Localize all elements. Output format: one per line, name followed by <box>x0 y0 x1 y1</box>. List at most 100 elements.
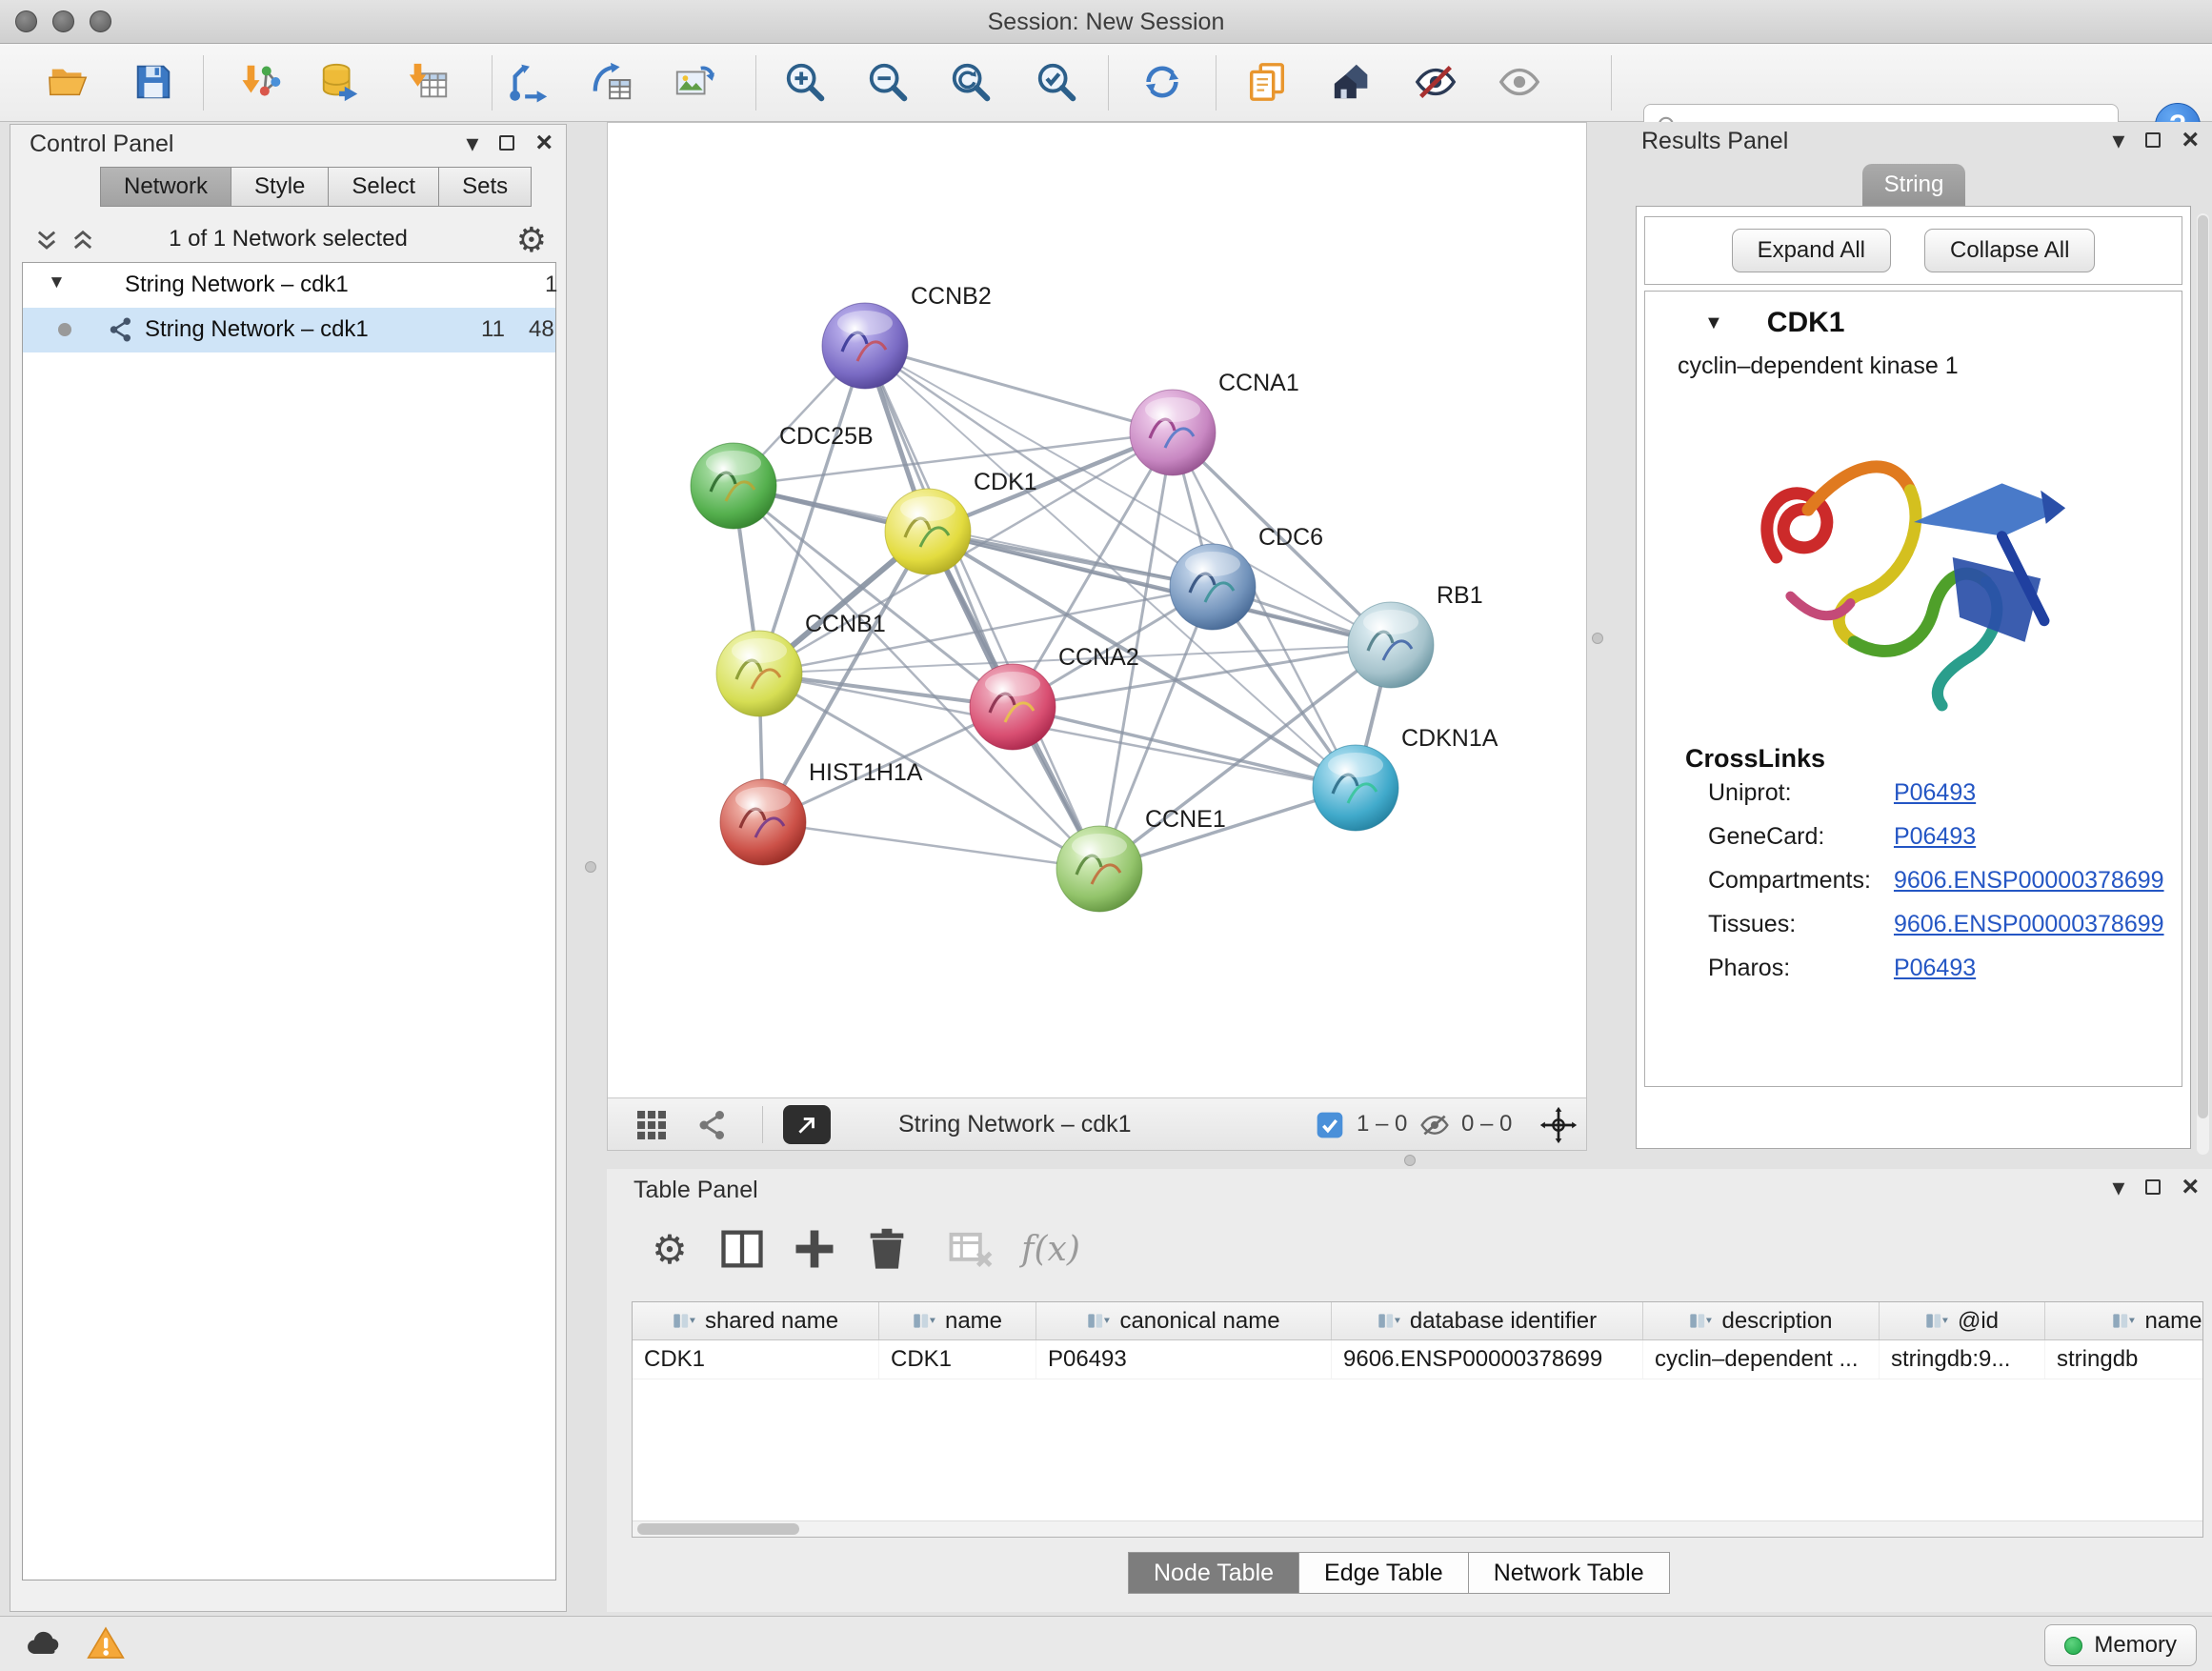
scrollbar-thumb[interactable] <box>2198 215 2208 1118</box>
open-session-button[interactable] <box>45 58 92 106</box>
selected-nodes-edges-count: 1 – 0 <box>1357 1111 1407 1137</box>
splitter-handle[interactable] <box>1404 1155 1416 1166</box>
zoom-selected-button[interactable] <box>1033 58 1080 106</box>
panel-menu-icon[interactable]: ▾ <box>2112 128 2124 152</box>
tab-style[interactable]: Style <box>231 167 329 207</box>
table-cell[interactable]: stringdb <box>2045 1340 2203 1379</box>
network-label: String Network – cdk1 <box>145 316 369 343</box>
network-edge[interactable] <box>763 822 1099 869</box>
table-settings-gear-icon[interactable]: ⚙ <box>645 1224 694 1274</box>
export-image-button[interactable] <box>671 58 718 106</box>
hide-annotations-button[interactable] <box>1412 58 1459 106</box>
panel-menu-icon[interactable]: ▾ <box>2112 1175 2124 1199</box>
column-header-canonical-name[interactable]: canonical name <box>1036 1302 1332 1339</box>
crosslink-label: Uniprot: <box>1708 779 1887 807</box>
show-annotations-button[interactable] <box>1496 58 1543 106</box>
table-cell[interactable]: P06493 <box>1036 1340 1332 1379</box>
memory-status-dot <box>2064 1637 2082 1655</box>
table-cell[interactable]: stringdb:9... <box>1880 1340 2045 1379</box>
crosslink-tissues-link[interactable]: 9606.ENSP00000378699 <box>1894 911 2164 937</box>
zoom-out-button[interactable] <box>864 58 912 106</box>
tab-network-table[interactable]: Network Table <box>1469 1552 1670 1594</box>
network-edge[interactable] <box>865 346 1099 869</box>
network-collection-row[interactable]: ▼ String Network – cdk1 1 <box>23 263 555 308</box>
network-tools-button[interactable] <box>505 58 553 106</box>
node-label-HIST1H1A: HIST1H1A <box>809 759 923 786</box>
genemania-button[interactable] <box>1329 58 1377 106</box>
warning-icon[interactable] <box>84 1623 128 1665</box>
hidden-eye-icon[interactable] <box>1419 1110 1450 1140</box>
delete-column-trash-icon[interactable] <box>862 1224 912 1274</box>
table-horizontal-scrollbar[interactable] <box>633 1520 2202 1537</box>
splitter-handle[interactable] <box>585 861 596 873</box>
pan-crosshair-icon[interactable] <box>1539 1106 1578 1144</box>
tab-node-table[interactable]: Node Table <box>1128 1552 1299 1594</box>
network-edge[interactable] <box>865 346 1173 433</box>
new-network-from-selection-button[interactable] <box>588 58 635 106</box>
tab-sets[interactable]: Sets <box>439 167 532 207</box>
panel-close-icon[interactable]: × <box>2182 126 2199 154</box>
copy-document-icon <box>1245 60 1289 104</box>
column-header--id[interactable]: @id <box>1880 1302 2045 1339</box>
network-canvas[interactable]: CCNB2CCNA1CDC25BCDK1CDC6RB1CCNB1CCNA2CDK… <box>608 123 1586 1097</box>
panel-float-icon[interactable] <box>2145 1179 2161 1195</box>
protein-expander-icon[interactable]: ▼ <box>1704 312 1723 334</box>
zoom-in-button[interactable] <box>781 58 829 106</box>
table-cell[interactable]: cyclin–dependent ... <box>1643 1340 1880 1379</box>
scrollbar-thumb[interactable] <box>637 1523 799 1535</box>
column-header-name[interactable]: name <box>879 1302 1036 1339</box>
splitter-handle[interactable] <box>1592 633 1603 644</box>
network-edge[interactable] <box>1013 707 1356 788</box>
network-node-count: 11 <box>481 316 505 343</box>
collection-expander-icon[interactable]: ▼ <box>48 272 66 293</box>
crosslink-compartments-link[interactable]: 9606.ENSP00000378699 <box>1894 867 2164 894</box>
crosslink-label: GeneCard: <box>1708 823 1887 851</box>
column-header-namespace[interactable]: namespace <box>2045 1302 2203 1339</box>
selected-checkbox-icon[interactable] <box>1315 1110 1345 1140</box>
memory-button[interactable]: Memory <box>2044 1624 2197 1666</box>
create-column-plus-icon[interactable] <box>790 1224 839 1274</box>
tab-network[interactable]: Network <box>100 167 231 207</box>
show-columns-icon[interactable] <box>717 1224 767 1274</box>
node-label-CCNA2: CCNA2 <box>1058 644 1139 671</box>
save-session-button[interactable] <box>130 58 177 106</box>
eye-icon <box>1498 60 1541 104</box>
tab-string-results[interactable]: String <box>1862 164 1965 206</box>
column-header-database-identifier[interactable]: database identifier <box>1332 1302 1643 1339</box>
panel-float-icon[interactable] <box>499 135 514 151</box>
network-row[interactable]: String Network – cdk1 11 48 <box>23 308 555 352</box>
panel-close-icon[interactable]: × <box>2182 1173 2199 1201</box>
node-gloss <box>706 451 761 475</box>
fit-content-button[interactable] <box>947 58 995 106</box>
table-cell[interactable]: CDK1 <box>879 1340 1036 1379</box>
function-builder-icon[interactable]: f(x) <box>1008 1224 1094 1274</box>
table-cell[interactable]: CDK1 <box>633 1340 879 1379</box>
crosslink-pharos-link[interactable]: P06493 <box>1894 955 1976 981</box>
results-scrollbar[interactable] <box>2197 213 2209 1155</box>
tab-select[interactable]: Select <box>329 167 439 207</box>
cloud-icon[interactable] <box>21 1623 65 1665</box>
grid-view-icon[interactable] <box>634 1108 669 1142</box>
crosslink-genecard-link[interactable]: P06493 <box>1894 823 1976 850</box>
gear-icon[interactable]: ⚙ <box>516 220 547 260</box>
network-overview-icon[interactable] <box>695 1108 730 1142</box>
column-header-shared-name[interactable]: shared name <box>633 1302 879 1339</box>
node-gloss <box>735 787 791 812</box>
refresh-layout-button[interactable] <box>1138 58 1186 106</box>
tab-edge-table[interactable]: Edge Table <box>1299 1552 1469 1594</box>
import-network-from-file-button[interactable] <box>237 58 285 106</box>
panel-menu-icon[interactable]: ▾ <box>466 131 478 155</box>
table-cell[interactable]: 9606.ENSP00000378699 <box>1332 1340 1643 1379</box>
table-row[interactable]: CDK1CDK1P064939606.ENSP00000378699cyclin… <box>633 1340 2202 1379</box>
expand-all-button[interactable]: Expand All <box>1732 229 1891 272</box>
copy-button[interactable] <box>1243 58 1291 106</box>
detach-view-button[interactable] <box>783 1105 831 1144</box>
panel-float-icon[interactable] <box>2145 132 2161 148</box>
column-header-description[interactable]: description <box>1643 1302 1880 1339</box>
panel-close-icon[interactable]: × <box>535 129 553 157</box>
network-view[interactable]: CCNB2CCNA1CDC25BCDK1CDC6RB1CCNB1CCNA2CDK… <box>607 122 1587 1151</box>
import-table-from-file-button[interactable] <box>405 58 452 106</box>
crosslink-uniprot-link[interactable]: P06493 <box>1894 779 1976 806</box>
collapse-all-button[interactable]: Collapse All <box>1924 229 2095 272</box>
import-network-from-database-button[interactable] <box>316 58 364 106</box>
